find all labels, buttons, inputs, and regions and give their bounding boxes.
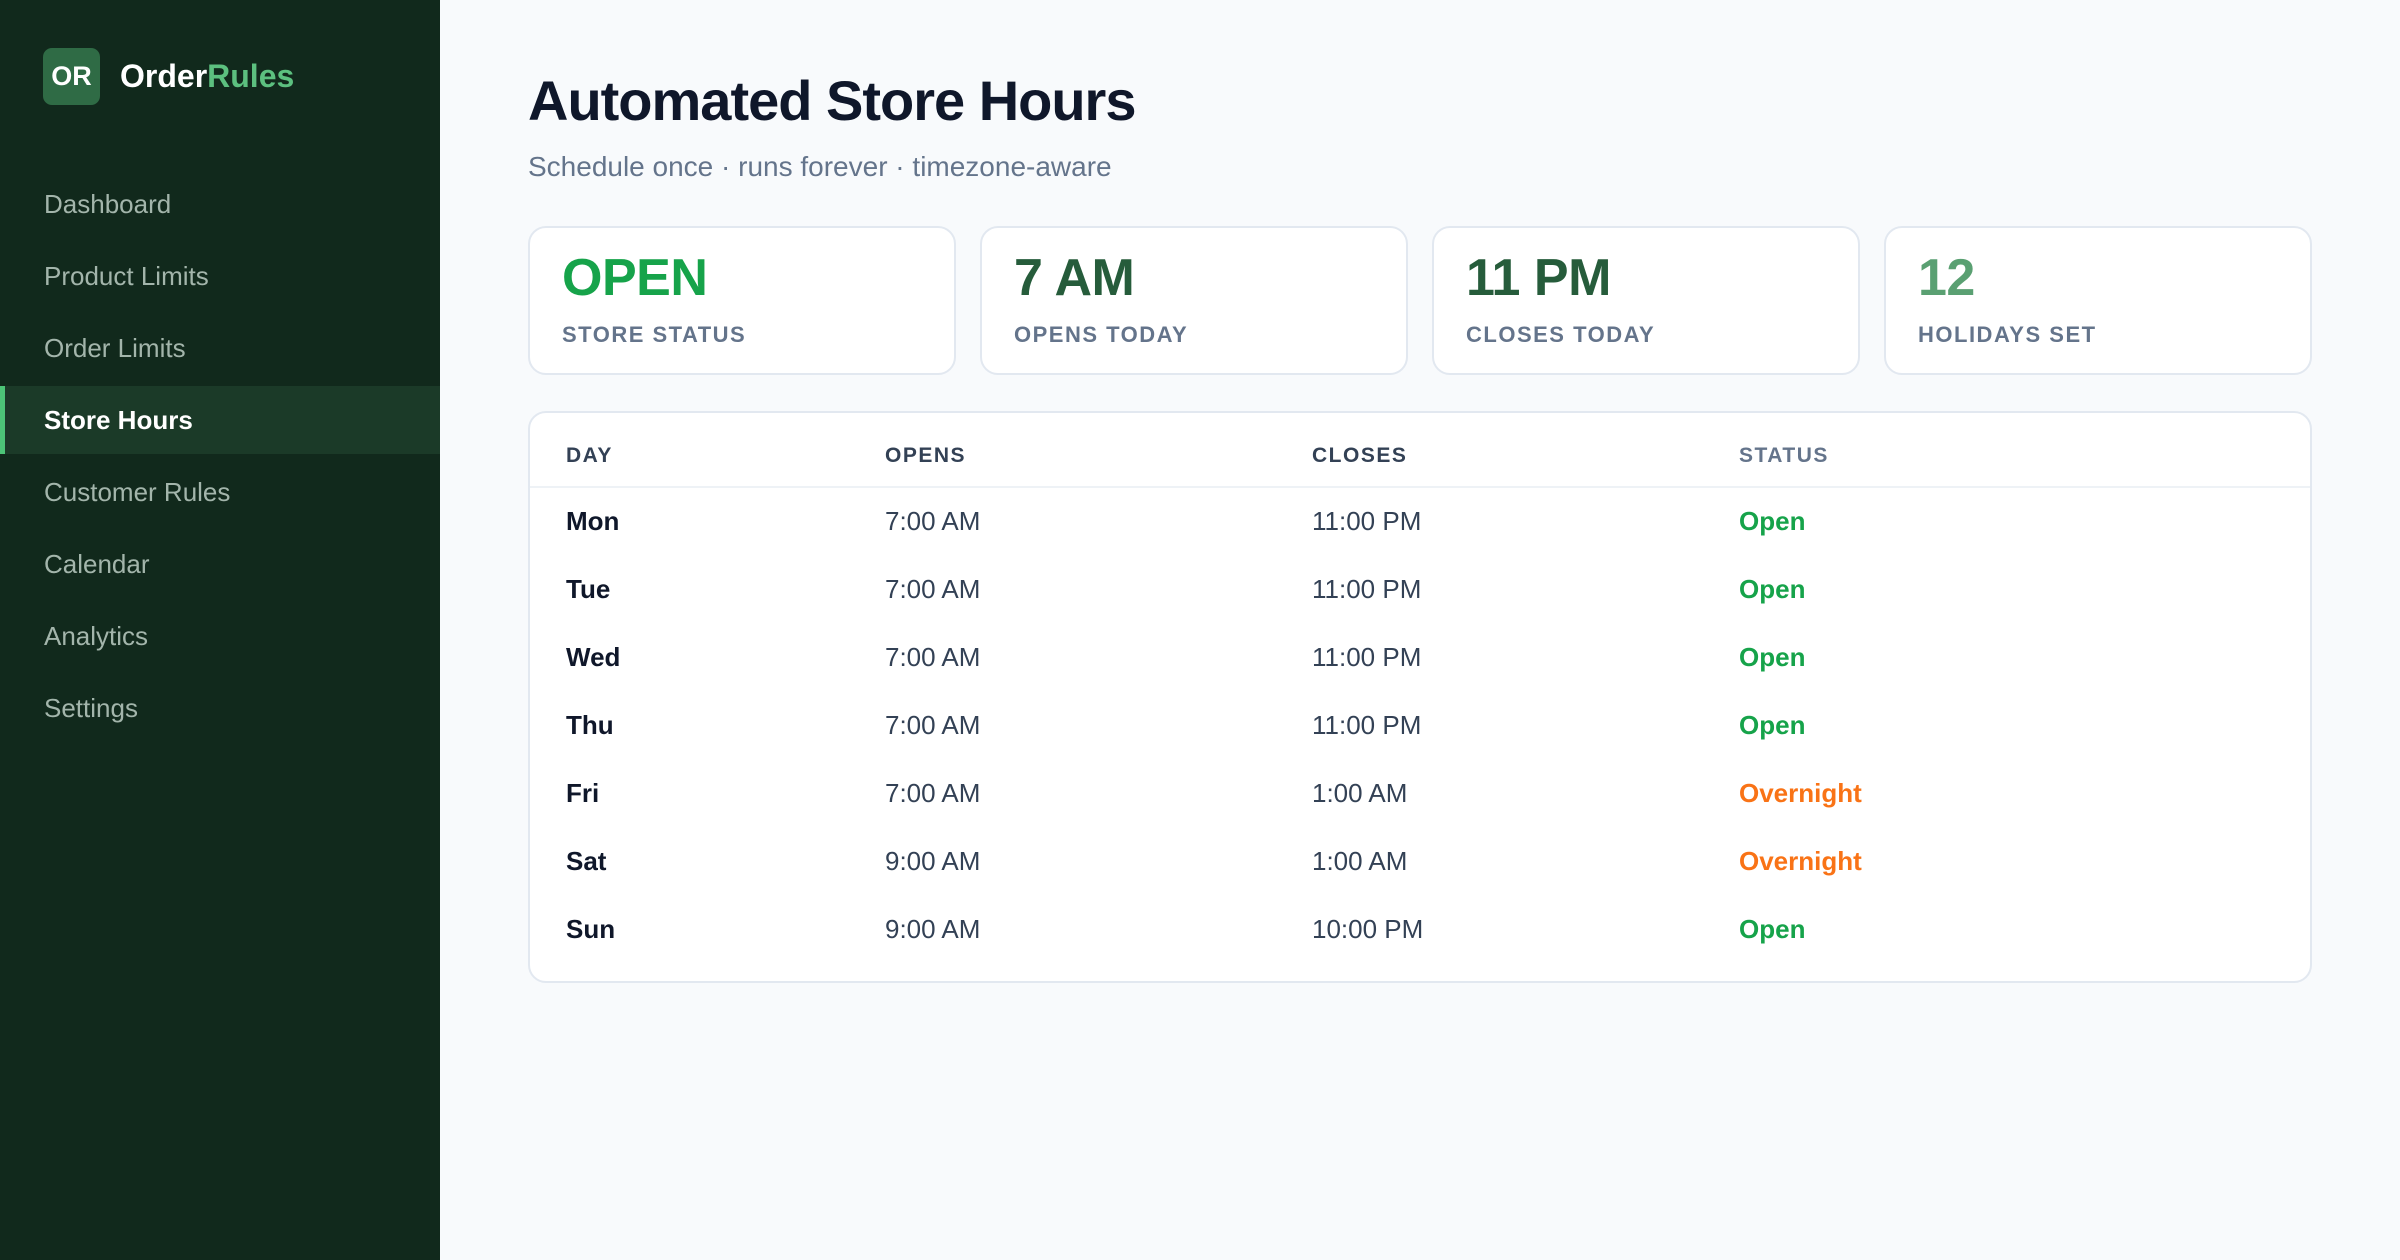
- table-row[interactable]: Fri 7:00 AM 1:00 AM Overnight: [530, 759, 2310, 827]
- column-header-opens: OPENS: [885, 413, 1312, 488]
- stat-label: STORE STATUS: [562, 322, 747, 347]
- cell-day: Tue: [566, 573, 611, 604]
- cell-opens: 7:00 AM: [885, 709, 981, 740]
- cell-closes: 1:00 AM: [1312, 845, 1408, 876]
- cell-opens: 7:00 AM: [885, 777, 981, 808]
- cell-closes: 11:00 PM: [1312, 709, 1422, 740]
- cell-opens: 7:00 AM: [885, 573, 981, 604]
- cell-day: Mon: [566, 506, 620, 536]
- stat-card-opens-today: 7 AM OPENS TODAY: [980, 226, 1408, 375]
- page-subtitle: Schedule once · runs forever · timezone-…: [528, 151, 1112, 182]
- cell-closes: 11:00 PM: [1312, 641, 1422, 672]
- column-header-status: STATUS: [1739, 413, 2310, 488]
- stat-label: CLOSES TODAY: [1466, 322, 1656, 347]
- stat-label: HOLIDAYS SET: [1918, 322, 2097, 347]
- cell-status: Open: [1739, 506, 1806, 536]
- stat-value: OPEN: [562, 249, 708, 307]
- cell-opens: 7:00 AM: [885, 641, 981, 672]
- sidebar-item-customer-rules[interactable]: Customer Rules: [0, 458, 440, 526]
- stat-value: 7 AM: [1014, 249, 1135, 307]
- cell-opens: 7:00 AM: [885, 506, 981, 536]
- store-hours-table: DAY OPENS CLOSES STATUS Mon 7:00 AM 11:0…: [530, 413, 2310, 963]
- stat-label: OPENS TODAY: [1014, 322, 1189, 347]
- table-row[interactable]: Mon 7:00 AM 11:00 PM Open: [530, 487, 2310, 555]
- cell-day: Sat: [566, 845, 607, 876]
- main-content: Automated Store Hours Schedule once · ru…: [440, 0, 2400, 1260]
- store-hours-table-card: DAY OPENS CLOSES STATUS Mon 7:00 AM 11:0…: [528, 411, 2312, 983]
- table-row[interactable]: Thu 7:00 AM 11:00 PM Open: [530, 691, 2310, 759]
- cell-status: Overnight: [1739, 845, 1862, 876]
- stat-card-holidays-set: 12 HOLIDAYS SET: [1884, 226, 2312, 375]
- brand-name-accent: Rules: [207, 57, 295, 94]
- cell-day: Thu: [566, 709, 614, 740]
- brand-name-primary: Order: [120, 57, 208, 94]
- cell-closes: 11:00 PM: [1312, 506, 1422, 536]
- brand-name: OrderRules: [120, 58, 294, 95]
- cell-status: Open: [1739, 641, 1806, 672]
- sidebar-nav: Dashboard Product Limits Order Limits St…: [0, 170, 440, 742]
- stat-value: 12: [1918, 249, 1975, 307]
- stat-card-closes-today: 11 PM CLOSES TODAY: [1432, 226, 1860, 375]
- sidebar-item-settings[interactable]: Settings: [0, 674, 440, 742]
- cell-status: Open: [1739, 913, 1806, 944]
- sidebar-item-analytics[interactable]: Analytics: [0, 602, 440, 670]
- table-row[interactable]: Wed 7:00 AM 11:00 PM Open: [530, 623, 2310, 691]
- cell-status: Open: [1739, 709, 1806, 740]
- table-row[interactable]: Tue 7:00 AM 11:00 PM Open: [530, 555, 2310, 623]
- cell-day: Wed: [566, 641, 621, 672]
- table-header-row: DAY OPENS CLOSES STATUS: [530, 413, 2310, 488]
- cell-closes: 1:00 AM: [1312, 777, 1408, 808]
- column-header-closes: CLOSES: [1312, 413, 1739, 488]
- cell-closes: 10:00 PM: [1312, 913, 1424, 944]
- column-header-day: DAY: [530, 413, 885, 488]
- sidebar-item-calendar[interactable]: Calendar: [0, 530, 440, 598]
- stat-card-store-status: OPEN STORE STATUS: [528, 226, 956, 375]
- cell-opens: 9:00 AM: [885, 913, 981, 944]
- table-row[interactable]: Sat 9:00 AM 1:00 AM Overnight: [530, 827, 2310, 895]
- sidebar-item-store-hours[interactable]: Store Hours: [0, 386, 440, 454]
- table-row[interactable]: Sun 9:00 AM 10:00 PM Open: [530, 895, 2310, 963]
- brand-logo: OR: [43, 47, 100, 105]
- cell-day: Sun: [566, 913, 616, 944]
- cell-opens: 9:00 AM: [885, 845, 981, 876]
- cell-status: Open: [1739, 573, 1806, 604]
- page-title: Automated Store Hours: [528, 69, 1137, 132]
- cell-status: Overnight: [1739, 777, 1862, 808]
- cell-day: Fri: [566, 777, 600, 808]
- sidebar: OR OrderRules Dashboard Product Limits O…: [0, 0, 440, 1260]
- stat-value: 11 PM: [1466, 249, 1611, 307]
- sidebar-item-product-limits[interactable]: Product Limits: [0, 242, 440, 310]
- brand[interactable]: OR OrderRules: [0, 0, 440, 152]
- cell-closes: 11:00 PM: [1312, 573, 1422, 604]
- stats-row: OPEN STORE STATUS 7 AM OPENS TODAY 11 PM…: [528, 226, 2312, 375]
- sidebar-item-dashboard[interactable]: Dashboard: [0, 170, 440, 238]
- sidebar-item-order-limits[interactable]: Order Limits: [0, 314, 440, 382]
